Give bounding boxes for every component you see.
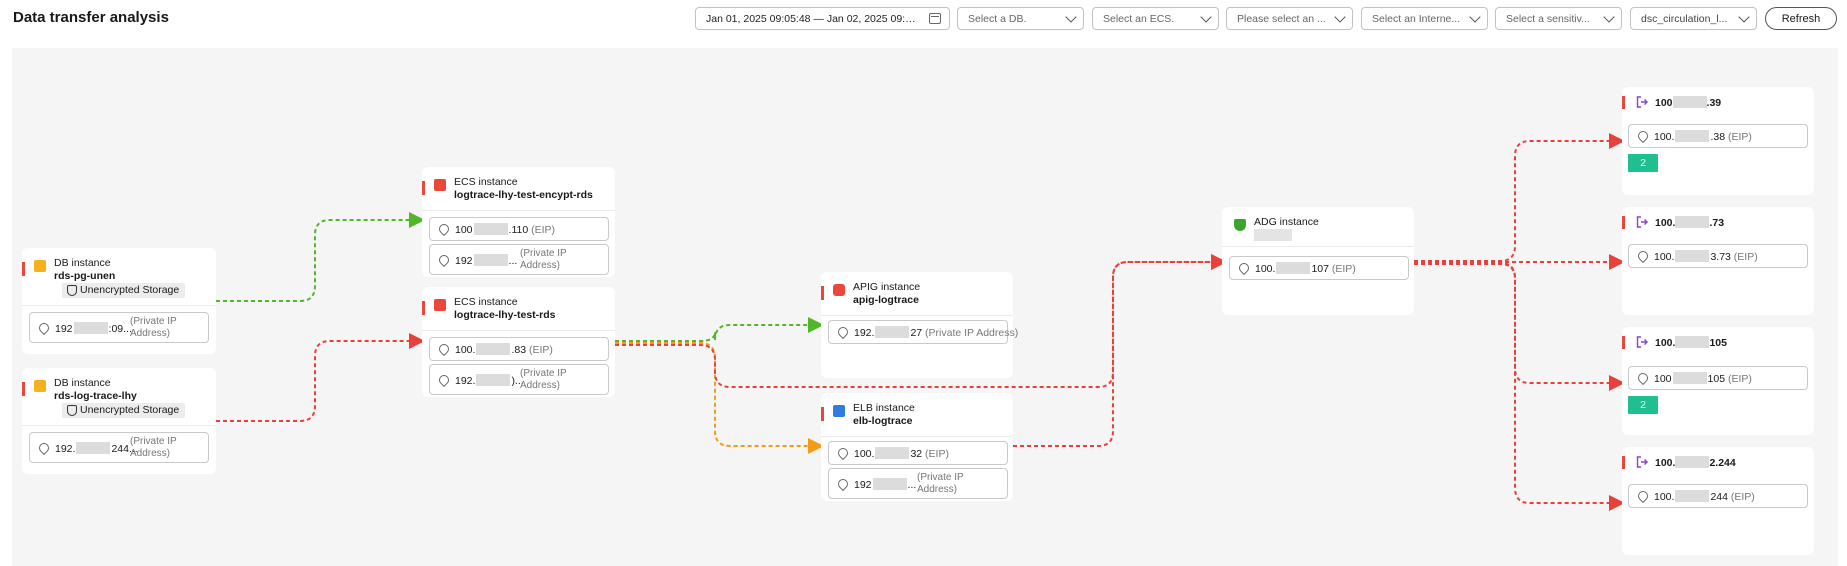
- external-ip-card[interactable]: 100.39 100. .38 (EIP) 2: [1622, 87, 1814, 195]
- apig-instance-card[interactable]: APIG instance apig-logtrace 192. 27 (Priv…: [821, 272, 1018, 378]
- masked-name: [1254, 229, 1292, 241]
- private-ip-field: 192.)... (Private IP Address): [429, 364, 609, 395]
- external-link-icon: [1636, 455, 1648, 468]
- ecs-select[interactable]: Select an ECS.: [1092, 7, 1219, 30]
- shield-icon: [67, 285, 77, 296]
- location-pin-icon: [835, 445, 851, 461]
- chevron-down-icon: [1603, 10, 1615, 23]
- eip-field: 100. 107 (EIP): [1229, 256, 1409, 280]
- location-pin-icon: [436, 341, 452, 357]
- location-pin-icon: [1635, 128, 1651, 144]
- date-range-picker[interactable]: Jan 01, 2025 09:05:48 — Jan 02, 2025 09:…: [695, 7, 950, 30]
- location-pin-icon: [1635, 488, 1651, 504]
- refresh-button[interactable]: Refresh: [1765, 7, 1837, 30]
- adg-instance-card[interactable]: ADG instance 100. 107 (EIP): [1222, 207, 1414, 315]
- private-ip-field: 192... (Private IP Address): [429, 244, 609, 275]
- external-ip-card[interactable]: 100. 2.244 100. 244 (EIP): [1622, 447, 1814, 555]
- date-range-text: Jan 01, 2025 09:05:48 — Jan 02, 2025 09:…: [706, 12, 921, 25]
- server-icon: [434, 299, 446, 311]
- private-ip-field: 192. 27 (Private IP Address): [828, 320, 1018, 344]
- eip-field: 100. .83 (EIP): [429, 337, 609, 361]
- db-instance-card[interactable]: DB instance rds-log-trace-lhy Unencrypte…: [22, 368, 216, 474]
- eip-field: 100. 3.73 (EIP): [1628, 244, 1808, 268]
- eip-field: 100.110 (EIP): [429, 217, 609, 241]
- unencrypted-badge: Unencrypted Storage: [62, 403, 186, 418]
- count-badge[interactable]: 2: [1628, 154, 1658, 172]
- location-pin-icon: [835, 324, 851, 340]
- location-pin-icon: [36, 320, 52, 336]
- private-ip-field: 192. 244... (Private IP Address): [29, 432, 209, 463]
- chevron-down-icon: [1469, 10, 1481, 23]
- external-link-icon: [1636, 215, 1648, 228]
- eip-field: 100. 32 (EIP): [828, 441, 1008, 465]
- db-instance-card[interactable]: DB instance rds-pg-unen Unencrypted Stor…: [22, 248, 216, 354]
- unencrypted-badge: Unencrypted Storage: [62, 283, 186, 298]
- chevron-down-icon: [1065, 10, 1077, 23]
- eip-field: 100 105 (EIP): [1628, 366, 1808, 390]
- location-pin-icon: [1236, 260, 1252, 276]
- external-link-icon: [1636, 335, 1648, 348]
- location-pin-icon: [36, 440, 52, 456]
- external-ip-card[interactable]: 100. 105 100 105 (EIP) 2: [1622, 327, 1814, 435]
- external-ip-card[interactable]: 100. .73 100. 3.73 (EIP): [1622, 207, 1814, 315]
- private-ip-field: 192... (Private IP Address): [828, 468, 1008, 499]
- eip-field: 100. .38 (EIP): [1628, 124, 1808, 148]
- chevron-down-icon: [1200, 10, 1212, 23]
- ecs-instance-card[interactable]: ECS instance logtrace-lhy-test-rds 100..…: [422, 287, 615, 397]
- private-ip-field: 192:09... (Private IP Address): [29, 312, 209, 343]
- location-pin-icon: [436, 221, 452, 237]
- internet-select[interactable]: Select an Interne...: [1361, 7, 1488, 30]
- shield-icon: [67, 405, 77, 416]
- circulation-select[interactable]: dsc_circulation_l...: [1630, 7, 1757, 30]
- count-badge[interactable]: 2: [1628, 396, 1658, 414]
- load-balancer-icon: [833, 405, 845, 417]
- other-select[interactable]: Please select an ...: [1226, 7, 1353, 30]
- database-icon: [34, 380, 46, 392]
- location-pin-icon: [436, 252, 452, 268]
- ecs-instance-card[interactable]: ECS instance logtrace-lhy-test-encypt-rd…: [422, 167, 615, 277]
- external-link-icon: [1636, 95, 1648, 108]
- calendar-icon: [929, 13, 941, 24]
- location-pin-icon: [1635, 370, 1651, 386]
- location-pin-icon: [835, 476, 851, 492]
- page-title: Data transfer analysis: [13, 9, 169, 26]
- eip-field: 100. 244 (EIP): [1628, 484, 1808, 508]
- elb-instance-card[interactable]: ELB instance elb-logtrace 100. 32 (EIP) 1…: [821, 393, 1013, 501]
- location-pin-icon: [436, 372, 452, 388]
- api-gateway-icon: [833, 284, 845, 296]
- chevron-down-icon: [1334, 10, 1346, 23]
- db-select[interactable]: Select a DB.: [957, 7, 1084, 30]
- shield-icon: [1234, 219, 1246, 231]
- location-pin-icon: [1635, 248, 1651, 264]
- database-icon: [34, 260, 46, 272]
- top-bar: Data transfer analysis Jan 01, 2025 09:0…: [0, 0, 1847, 40]
- server-icon: [434, 179, 446, 191]
- sensitive-select[interactable]: Select a sensitiv...: [1495, 7, 1622, 30]
- chevron-down-icon: [1738, 10, 1750, 23]
